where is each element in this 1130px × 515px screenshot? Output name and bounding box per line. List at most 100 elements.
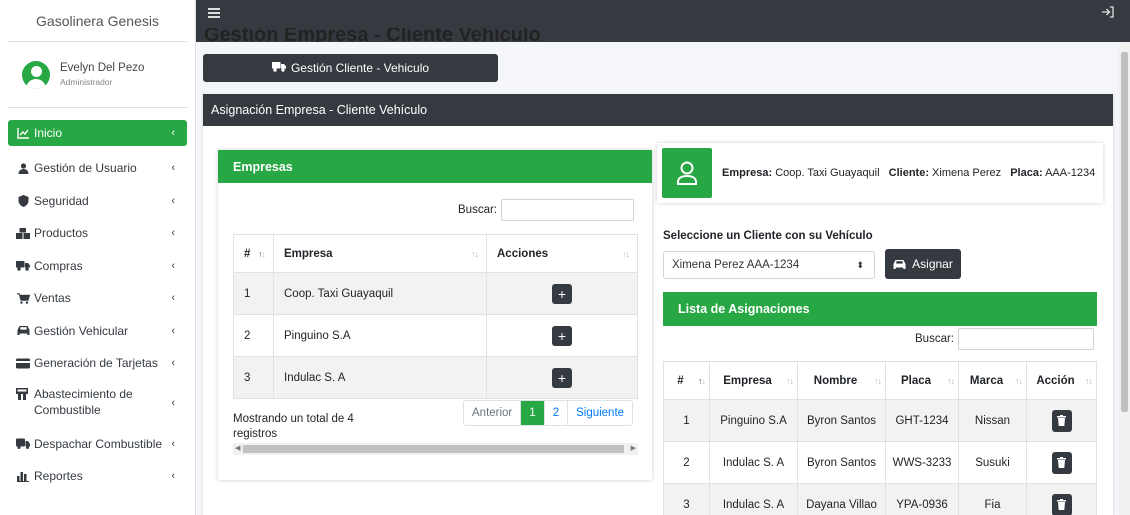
table-row: 1 Pinguino S.A Byron Santos GHT-1234 Nis… (663, 399, 1097, 442)
pagination-page-1[interactable]: 1 (520, 401, 544, 425)
asignar-button[interactable]: Asignar (885, 249, 961, 279)
horizontal-scrollbar[interactable]: ◀ ▶ (233, 443, 638, 455)
sidebar-item-gestion-usuario[interactable]: Gestión de Usuario ‹ (8, 152, 187, 185)
pagination-page-2[interactable]: 2 (543, 401, 567, 425)
sidebar-item-label: Abastecimiento de Combustible (34, 386, 133, 417)
row-placa: YPA-0936 (885, 483, 959, 515)
column-header-placa[interactable]: Placa ↑↓ (885, 361, 959, 400)
sidebar-item-productos[interactable]: Productos ‹ (8, 217, 187, 250)
trash-icon (1057, 499, 1066, 510)
chevron-left-icon: ‹ (171, 162, 175, 175)
chevron-left-icon: ‹ (171, 324, 175, 337)
cliente-vehiculo-select[interactable]: Ximena Perez AAA-1234 ⬍ (663, 251, 875, 279)
column-header-empresa[interactable]: Empresa ↑↓ (709, 361, 798, 400)
sort-icon: ↑↓ (1085, 375, 1093, 386)
pagination: Anterior 1 2 Siguiente (463, 400, 634, 426)
row-marca: Fia (958, 483, 1027, 515)
sort-icon: ↑↓ (622, 248, 630, 259)
column-header-number[interactable]: # ↑↓ (663, 361, 710, 400)
user-panel: Evelyn Del Pezo Administrador (8, 42, 187, 108)
delete-button[interactable] (1051, 409, 1072, 432)
table-row: 2 Indulac S. A Byron Santos WWS-3233 Sus… (663, 441, 1097, 484)
page-title: Gestión Empresa - Cliente Vehículo (204, 28, 541, 42)
sidebar-item-label: Despachar Combustible (34, 436, 163, 451)
asignaciones-search-input[interactable] (958, 328, 1094, 350)
chevron-left-icon: ‹ (171, 127, 175, 139)
selected-cliente: Ximena Perez (932, 167, 1002, 179)
column-header-empresa[interactable]: Empresa ↑↓ (273, 234, 487, 273)
pagination-next[interactable]: Siguiente (567, 401, 632, 425)
table-row: 3 Indulac S. A Dayana Villao YPA-0936 Fi… (663, 483, 1097, 515)
selected-assignment-text: Empresa: Coop. Taxi Guayaquil Cliente: X… (722, 167, 1096, 179)
add-button[interactable]: + (552, 283, 572, 304)
selected-empresa: Coop. Taxi Guayaquil (775, 167, 880, 179)
logout-icon[interactable] (1101, 6, 1114, 21)
sidebar-item-label: Generación de Tarjetas (34, 356, 158, 371)
delete-button[interactable] (1051, 493, 1072, 515)
sidebar-item-gestion-vehicular[interactable]: Gestión Vehicular ‹ (8, 315, 187, 348)
sidebar-item-label: Productos (34, 226, 89, 241)
chart-line-icon (16, 127, 30, 139)
column-header-number[interactable]: # ↑↓ (233, 234, 274, 273)
fuel-station-icon (16, 387, 30, 400)
search-label: Buscar: (458, 204, 497, 216)
sidebar-item-label: Gestión de Usuario (34, 161, 137, 176)
user-name[interactable]: Evelyn Del Pezo (60, 62, 144, 74)
truck-icon (16, 260, 30, 271)
delete-button[interactable] (1051, 451, 1072, 474)
selected-placa: AAA-1234 (1045, 167, 1096, 179)
brand-title[interactable]: Gasolinera Genesis (8, 0, 187, 42)
sort-icon: ↑↓ (471, 248, 479, 259)
sidebar-item-inicio[interactable]: Inicio ‹ (8, 120, 187, 146)
row-number: 3 (663, 483, 710, 515)
sidebar-item-label: Gestión Vehicular (34, 323, 129, 338)
user-avatar-icon (22, 60, 50, 89)
cliente-select-label: Seleccione un Cliente con su Vehículo (663, 230, 873, 242)
bar-chart-icon (16, 471, 30, 482)
row-empresa: Indulac S. A (709, 483, 798, 515)
pagination-prev[interactable]: Anterior (464, 401, 520, 425)
sidebar-item-seguridad[interactable]: Seguridad ‹ (8, 185, 187, 218)
car-icon (893, 259, 906, 270)
credit-card-icon (16, 358, 30, 369)
add-button[interactable]: + (552, 325, 572, 346)
sidebar-item-label: Compras (34, 258, 83, 273)
page-scrollbar[interactable] (1119, 42, 1130, 515)
chevron-left-icon: ‹ (171, 227, 175, 240)
row-number: 2 (663, 441, 710, 484)
chevron-left-icon: ‹ (171, 357, 175, 370)
sidebar-nav: Inicio ‹ Gestión de Usuario ‹ Seguridad … (0, 108, 195, 493)
user-role: Administrador (60, 77, 113, 87)
empresas-search-input[interactable] (501, 199, 634, 221)
selected-assignment-card: Empresa: Coop. Taxi Guayaquil Cliente: X… (657, 143, 1103, 203)
gestion-cliente-vehiculo-label: Gestión Cliente - Vehiculo (290, 61, 430, 75)
asignaciones-table: # ↑↓ Empresa ↑↓ Nombre ↑↓ Placa ↑↓ Marca ↑↓ A… (663, 361, 1097, 515)
sidebar-item-compras[interactable]: Compras ‹ (8, 250, 187, 283)
row-nombre: Byron Santos (797, 441, 886, 484)
add-button[interactable]: + (552, 367, 572, 388)
sidebar-item-abastecimiento[interactable]: Abastecimiento de Combustible ‹ (8, 380, 187, 428)
main-content: Gestión Cliente - Vehiculo Asignación Em… (196, 42, 1130, 515)
fuel-truck-icon (16, 438, 30, 450)
chevron-left-icon: ‹ (171, 292, 175, 305)
sidebar-item-reportes[interactable]: Reportes ‹ (8, 460, 187, 493)
row-number: 1 (663, 399, 710, 442)
row-number: 3 (233, 356, 274, 399)
gestion-cliente-vehiculo-button[interactable]: Gestión Cliente - Vehiculo (203, 54, 498, 82)
sidebar: Gasolinera Genesis Evelyn Del Pezo Admin… (0, 0, 196, 515)
sidebar-item-despachar[interactable]: Despachar Combustible ‹ (8, 428, 187, 461)
asignacion-card-title: Asignación Empresa - Cliente Vehículo (203, 94, 1113, 126)
sidebar-item-ventas[interactable]: Ventas ‹ (8, 282, 187, 315)
menu-toggle-icon[interactable] (208, 8, 220, 20)
search-label: Buscar: (915, 333, 954, 345)
column-header-acciones[interactable]: Acciones ↑↓ (486, 234, 638, 273)
row-empresa: Indulac S. A (709, 441, 798, 484)
column-header-accion[interactable]: Acción ↑↓ (1026, 361, 1097, 400)
table-row: 2 Pinguino S.A + (233, 314, 638, 357)
sidebar-item-generacion-tarjetas[interactable]: Generación de Tarjetas ‹ (8, 347, 187, 380)
column-header-nombre[interactable]: Nombre ↑↓ (797, 361, 886, 400)
column-header-marca[interactable]: Marca ↑↓ (958, 361, 1027, 400)
empresas-table: # ↑↓ Empresa ↑↓ Acciones ↑↓ 1 Coop. Taxi Gu… (233, 234, 638, 399)
chevron-left-icon: ‹ (171, 470, 175, 483)
table-info: Mostrando un total de 4 registros (233, 413, 354, 440)
